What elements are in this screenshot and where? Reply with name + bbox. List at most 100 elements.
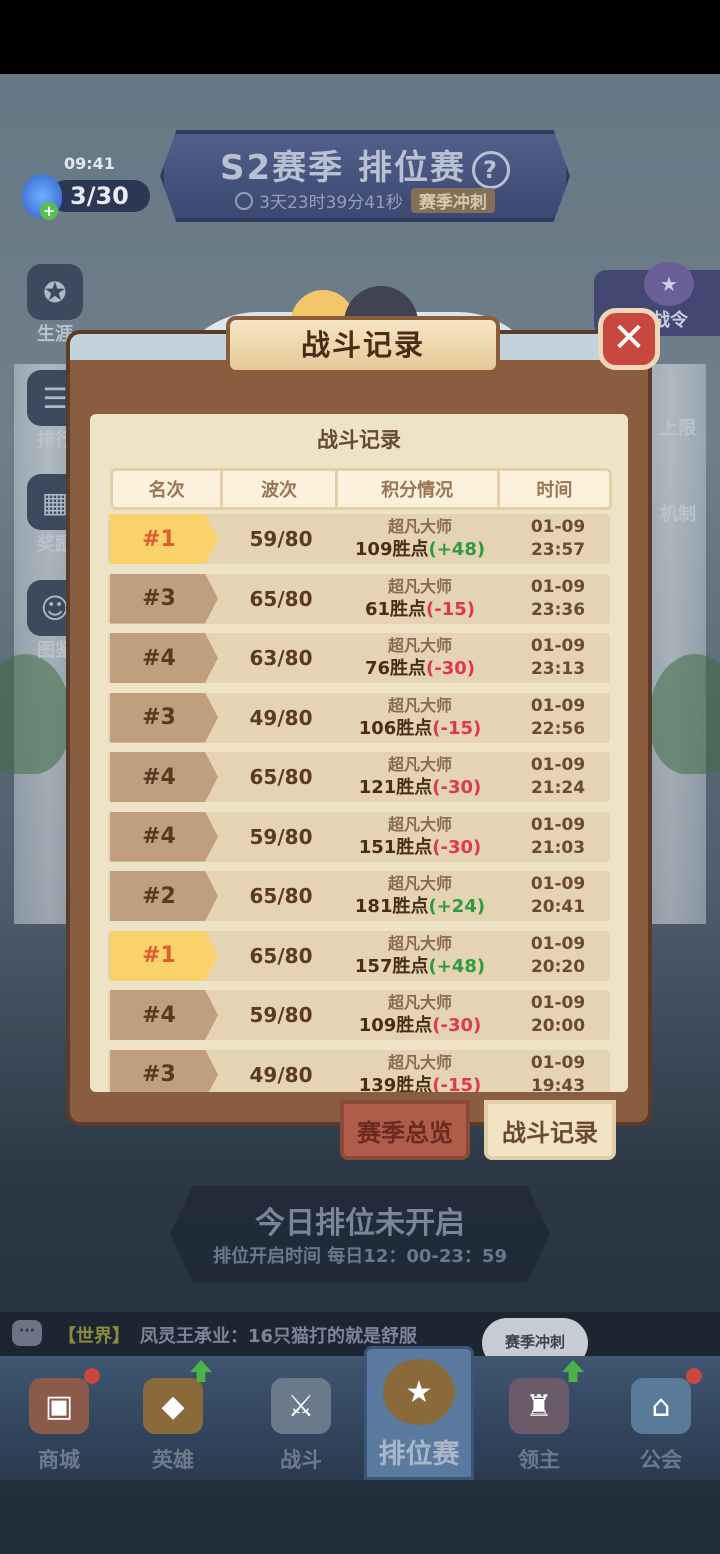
record-date: 01-09	[530, 814, 586, 835]
hero-icon: ◆	[143, 1378, 203, 1434]
wave-value: 59/80	[249, 527, 313, 551]
points-cell: 超凡大师 121胜点(-30)	[338, 754, 502, 800]
upgrade-arrow-icon	[562, 1360, 584, 1382]
bottom-navigation: ▣ 商城 ◆ 英雄 ⚔ 战斗 ★ 排位赛 ♜ 领主 ⌂ 公会	[0, 1346, 720, 1480]
points-value: 121胜点	[358, 777, 433, 798]
limit-label[interactable]: 上限	[660, 414, 696, 440]
record-time: 21:03	[530, 837, 586, 858]
points-delta: (+24)	[428, 896, 486, 917]
points-value: 106胜点	[358, 717, 433, 739]
battle-icon: ⚔	[271, 1378, 331, 1434]
table-row: #4 65/80 超凡大师 121胜点(-30) 01-09 21:24	[108, 752, 610, 802]
wave-value: 65/80	[249, 884, 313, 908]
time-cell: 01-09 23:57	[508, 516, 608, 562]
rank-badge: #4	[110, 811, 218, 862]
record-list[interactable]: #1 59/80 超凡大师 109胜点(+48) 01-09 23:57 #3 65/80 超凡…	[108, 514, 610, 1092]
time-cell: 01-09 21:24	[508, 754, 608, 800]
nav-battle[interactable]: ⚔ 战斗	[246, 1356, 356, 1480]
points-cell: 超凡大师 151胜点(-30)	[338, 814, 502, 860]
points-value: 109胜点	[358, 1015, 433, 1036]
nav-hero[interactable]: ◆ 英雄	[118, 1356, 228, 1480]
points-delta: (-30)	[432, 777, 482, 798]
points-cell: 超凡大师 109胜点(-30)	[338, 992, 502, 1038]
score-line: 181胜点(+24)	[338, 895, 502, 919]
rank-badge: #1	[110, 514, 218, 564]
time-cell: 01-09 20:00	[508, 992, 608, 1038]
notification-dot	[686, 1368, 702, 1384]
score-line: 157胜点(+48)	[338, 955, 502, 979]
nav-ranked[interactable]: ★ 排位赛	[364, 1346, 474, 1480]
tier-label: 超凡大师	[387, 695, 452, 715]
record-date: 01-09	[530, 933, 586, 954]
rank-badge: #3	[110, 1049, 218, 1092]
chat-message: 凤灵王承业：16只猫打的就是舒服	[140, 1326, 418, 1347]
record-time: 19:43	[530, 1075, 586, 1093]
rank-badge: #3	[110, 573, 218, 624]
shop-icon: ▣	[29, 1378, 89, 1434]
score-line: 76胜点(-30)	[338, 657, 502, 681]
close-icon: ✕	[612, 315, 646, 361]
wave-value: 49/80	[249, 705, 313, 730]
points-cell: 超凡大师 76胜点(-30)	[338, 635, 502, 681]
time-cell: 01-09 20:41	[508, 873, 608, 919]
close-button[interactable]: ✕	[598, 308, 660, 370]
points-delta: (-30)	[426, 658, 476, 679]
help-icon[interactable]: ?	[471, 150, 510, 189]
clock-readout: 09:41	[64, 154, 115, 173]
panel-title: 战斗记录	[317, 428, 401, 452]
record-time: 21:24	[530, 778, 586, 798]
nav-ranked-label: 排位赛	[378, 1439, 460, 1470]
record-date: 01-09	[530, 993, 586, 1013]
table-row: #1 65/80 超凡大师 157胜点(+48) 01-09 20:20	[108, 930, 610, 981]
tier-label: 超凡大师	[387, 1052, 452, 1072]
clock-icon	[235, 192, 254, 210]
chat-bar[interactable]: ··· 【世界】 凤灵王承业：16只猫打的就是舒服	[0, 1312, 720, 1356]
record-date: 01-09	[530, 1052, 586, 1073]
points-value: 76胜点	[364, 658, 427, 679]
mechanic-label[interactable]: 机制	[660, 500, 696, 526]
points-cell: 超凡大师 61胜点(-15)	[338, 576, 502, 622]
tier-label: 超凡大师	[387, 814, 452, 834]
nav-hero-label: 英雄	[152, 1448, 194, 1472]
record-time: 20:20	[530, 956, 586, 977]
column-header-time: 时间	[536, 480, 573, 501]
wave-value: 65/80	[249, 765, 313, 789]
column-header-wave: 波次	[223, 471, 338, 507]
chat-bubble-icon[interactable]: ···	[12, 1320, 42, 1346]
guild-icon: ⌂	[631, 1378, 691, 1434]
nav-lord[interactable]: ♜ 领主	[484, 1356, 594, 1480]
time-cell: 01-09 23:13	[508, 635, 608, 681]
plus-icon[interactable]: +	[40, 202, 58, 220]
season-pass-icon: ★	[644, 262, 694, 306]
record-time: 20:00	[530, 1016, 586, 1036]
energy-counter[interactable]: + 3/30	[22, 174, 150, 220]
record-time: 23:13	[530, 659, 586, 679]
table-row: #3 49/80 超凡大师 106胜点(-15) 01-09 22:56	[108, 692, 610, 743]
nav-shop-label: 商城	[38, 1448, 80, 1472]
rank-badge: #1	[110, 930, 218, 981]
tier-label: 超凡大师	[387, 755, 452, 774]
nav-shop[interactable]: ▣ 商城	[4, 1356, 114, 1480]
record-date: 01-09	[530, 755, 586, 775]
rank-badge: #2	[110, 871, 218, 921]
nav-guild[interactable]: ⌂ 公会	[606, 1356, 716, 1480]
table-header: 名次 波次 积分情况 时间	[110, 468, 612, 510]
rank-badge: #3	[110, 692, 218, 743]
rank-badge: #4	[110, 990, 218, 1040]
points-delta: (-30)	[432, 836, 482, 858]
wave-value: 49/80	[249, 1062, 313, 1087]
points-delta: (-15)	[432, 717, 482, 739]
chat-channel: 【世界】	[58, 1326, 130, 1347]
tab-season-overview[interactable]: 赛季总览	[340, 1100, 470, 1160]
record-panel[interactable]: 战斗记录 名次 波次 积分情况 时间 #1 59/80 超凡大师 109胜点(+48)…	[90, 414, 628, 1092]
nav-guild-label: 公会	[640, 1448, 682, 1472]
record-date: 01-09	[530, 636, 586, 656]
nav-battle-label: 战斗	[280, 1448, 322, 1472]
score-line: 151胜点(-30)	[338, 836, 502, 860]
tab-battle-records[interactable]: 战斗记录	[484, 1100, 616, 1160]
table-row: #3 65/80 超凡大师 61胜点(-15) 01-09 23:36	[108, 573, 610, 624]
points-value: 139胜点	[358, 1074, 433, 1093]
modal-title: 战斗记录	[300, 328, 425, 362]
season-countdown-row: 3天23时39分41秒 赛季冲刺	[164, 188, 566, 213]
season-sprint-tag: 赛季冲刺	[410, 188, 495, 213]
